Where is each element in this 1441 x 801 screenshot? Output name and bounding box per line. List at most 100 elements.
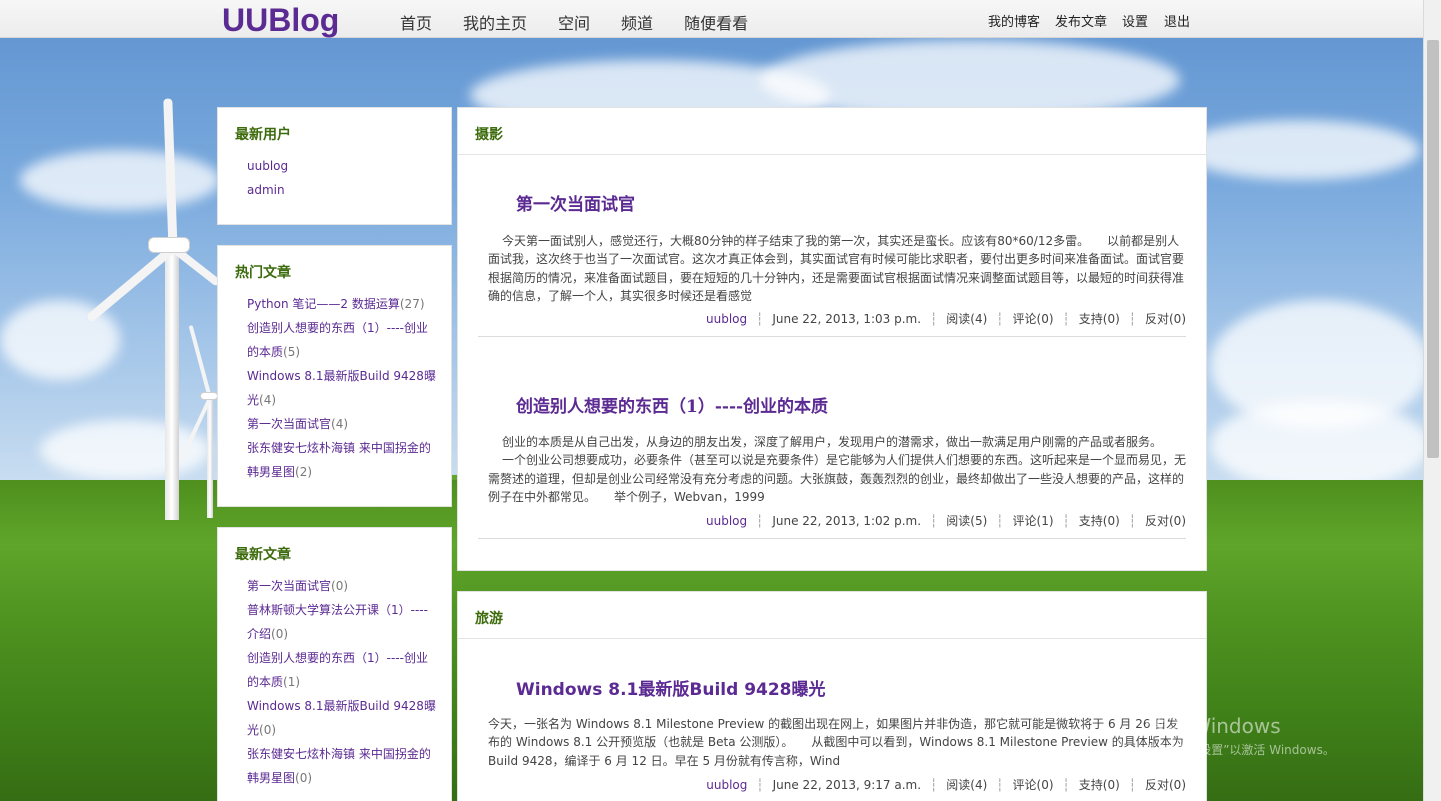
list-item: 第一次当面试官(0): [247, 574, 442, 598]
cloud: [1210, 400, 1430, 490]
hot-articles-list: Python 笔记——2 数据运算(27) 创造别人想要的东西（1）----创业…: [247, 292, 442, 484]
view-count: (2): [295, 465, 313, 479]
comment-link[interactable]: 评论(0): [1013, 776, 1054, 793]
watermark-subtitle: 转到“电脑设置”以激活 Windows。: [1145, 743, 1335, 757]
section-travel: 旅游 Windows 8.1最新版Build 9428曝光 今天，一张名为 Wi…: [457, 591, 1207, 801]
post-title[interactable]: 第一次当面试官: [516, 190, 635, 215]
post-paragraph: 创业的本质是从自己出发，从身边的朋友出发，深度了解用户，发现用户的潜需求，做出一…: [502, 435, 1163, 449]
support-link[interactable]: 支持(0): [1079, 776, 1120, 793]
post-excerpt: 创业的本质是从自己出发，从身边的朋友出发，深度了解用户，发现用户的潜需求，做出一…: [488, 433, 1186, 506]
view-count: (1): [283, 675, 301, 689]
cloud: [20, 150, 220, 210]
scrollbar-thumb[interactable]: [1427, 40, 1439, 458]
hot-articles-heading: 热门文章: [235, 265, 291, 281]
new-users-heading: 最新用户: [235, 127, 291, 143]
article-link[interactable]: 的本质: [247, 345, 283, 359]
post-author[interactable]: uublog: [706, 514, 747, 528]
list-item: 创造别人想要的东西（1）----创业 的本质(5): [247, 316, 442, 364]
view-count: (0): [259, 723, 277, 737]
windows-activation-watermark: 激活 Windows 转到“电脑设置”以激活 Windows。: [1145, 710, 1335, 758]
view-count: (0): [331, 579, 349, 593]
post-date: June 22, 2013, 1:02 p.m.: [772, 514, 922, 528]
article-link[interactable]: 张东健安七炫朴海镇 来中国拐金的: [247, 441, 431, 455]
oppose-link[interactable]: 反对(0): [1145, 512, 1186, 529]
post-author[interactable]: uublog: [706, 778, 747, 792]
comment-link[interactable]: 评论(1): [1013, 512, 1054, 529]
section-header: 摄影: [458, 108, 1206, 155]
nav-channel[interactable]: 频道: [621, 10, 653, 34]
list-item: 创造别人想要的东西（1）----创业 的本质(1): [247, 646, 442, 694]
article-link[interactable]: 的本质: [247, 675, 283, 689]
article-link[interactable]: 普林斯顿大学算法公开课（1）----: [247, 603, 428, 617]
support-link[interactable]: 支持(0): [1079, 512, 1120, 529]
post-title[interactable]: Windows 8.1最新版Build 9428曝光: [516, 675, 826, 700]
user-link[interactable]: admin: [247, 183, 285, 197]
nav-home[interactable]: 首页: [400, 10, 432, 34]
post-author[interactable]: uublog: [706, 312, 747, 326]
support-link[interactable]: 支持(0): [1079, 310, 1120, 327]
post-meta: uublog ┆ June 22, 2013, 9:17 a.m. ┆ 阅读(4) ┆ 评论…: [706, 776, 1186, 793]
view-count: (4): [331, 417, 349, 431]
nav-space[interactable]: 空间: [558, 10, 590, 34]
site-logo[interactable]: UUBlog: [222, 2, 339, 39]
cloud: [1180, 120, 1420, 180]
article-link[interactable]: 创造别人想要的东西（1）----创业: [247, 321, 428, 335]
my-blog-link[interactable]: 我的博客: [988, 11, 1040, 30]
view-count: (0): [271, 627, 289, 641]
list-item: 张东健安七炫朴海镇 来中国拐金的 韩男星图(0): [247, 742, 442, 790]
article-link[interactable]: 第一次当面试官: [247, 417, 331, 431]
read-count: 阅读(4): [946, 312, 988, 326]
watermark-title: 激活 Windows: [1145, 714, 1281, 738]
logout-link[interactable]: 退出: [1164, 11, 1190, 30]
article-link[interactable]: 第一次当面试官: [247, 579, 331, 593]
list-item: 张东健安七炫朴海镇 来中国拐金的 韩男星图(2): [247, 436, 442, 484]
post-item: 第一次当面试官 今天第一面试别人，感觉还行，大概80分钟的样子结束了我的第一次，…: [478, 190, 1186, 340]
article-link[interactable]: 光: [247, 723, 259, 737]
article-link[interactable]: Python 笔记——2 数据运算: [247, 297, 400, 311]
post-item: Windows 8.1最新版Build 9428曝光 今天，一张名为 Windo…: [478, 675, 1186, 801]
settings-link[interactable]: 设置: [1122, 11, 1148, 30]
article-link[interactable]: Windows 8.1最新版Build 9428曝: [247, 369, 436, 383]
list-item: Python 笔记——2 数据运算(27): [247, 292, 442, 316]
article-link[interactable]: 介绍: [247, 627, 271, 641]
user-link[interactable]: uublog: [247, 159, 288, 173]
post-excerpt: 今天第一面试别人，感觉还行，大概80分钟的样子结束了我的第一次，其实还是蛮长。应…: [488, 234, 1185, 303]
oppose-link[interactable]: 反对(0): [1145, 310, 1186, 327]
post-item: 创造别人想要的东西（1）----创业的本质 创业的本质是从自己出发，从身边的朋友…: [478, 392, 1186, 542]
view-count: (27): [399, 297, 425, 311]
section-header: 旅游: [458, 592, 1206, 639]
post-date: June 22, 2013, 9:17 a.m.: [772, 778, 922, 792]
section-title[interactable]: 旅游: [475, 608, 503, 628]
recent-articles-list: 第一次当面试官(0) 普林斯顿大学算法公开课（1）---- 介绍(0) 创造别人想…: [247, 574, 442, 790]
article-link[interactable]: 韩男星图: [247, 771, 295, 785]
comment-link[interactable]: 评论(0): [1013, 310, 1054, 327]
section-title[interactable]: 摄影: [475, 124, 503, 144]
top-navbar: UUBlog 首页 我的主页 空间 频道 随便看看 我的博客 发布文章 设置 退…: [0, 0, 1441, 38]
hot-articles-panel: 热门文章 Python 笔记——2 数据运算(27) 创造别人想要的东西（1）-…: [217, 245, 452, 507]
read-count: 阅读(4): [946, 778, 988, 792]
page-scrollbar[interactable]: [1423, 0, 1441, 801]
section-photography: 摄影 第一次当面试官 今天第一面试别人，感觉还行，大概80分钟的样子结束了我的第…: [457, 107, 1207, 571]
list-item: admin: [247, 178, 288, 202]
post-title[interactable]: 创造别人想要的东西（1）----创业的本质: [516, 392, 828, 417]
article-link[interactable]: 光: [247, 393, 259, 407]
article-link[interactable]: Windows 8.1最新版Build 9428曝: [247, 699, 436, 713]
new-users-list: uublog admin: [247, 154, 288, 202]
list-item: 第一次当面试官(4): [247, 412, 442, 436]
main-nav: 首页 我的主页 空间 频道 随便看看: [400, 10, 748, 34]
post-date: June 22, 2013, 1:03 p.m.: [772, 312, 922, 326]
article-link[interactable]: 创造别人想要的东西（1）----创业: [247, 651, 428, 665]
article-link[interactable]: 韩男星图: [247, 465, 295, 479]
post-divider: [478, 336, 1186, 337]
publish-post-link[interactable]: 发布文章: [1055, 11, 1107, 30]
nav-my-homepage[interactable]: 我的主页: [463, 10, 527, 34]
view-count: (0): [295, 771, 313, 785]
post-meta: uublog ┆ June 22, 2013, 1:03 p.m. ┆ 阅读(4) ┆ 评论…: [705, 310, 1186, 327]
article-link[interactable]: 张东健安七炫朴海镇 来中国拐金的: [247, 747, 431, 761]
oppose-link[interactable]: 反对(0): [1145, 776, 1186, 793]
post-meta: uublog ┆ June 22, 2013, 1:02 p.m. ┆ 阅读(5) ┆ 评论…: [705, 512, 1186, 529]
view-count: (5): [283, 345, 301, 359]
post-divider: [478, 538, 1186, 539]
nav-browse[interactable]: 随便看看: [684, 10, 748, 34]
read-count: 阅读(5): [946, 514, 988, 528]
